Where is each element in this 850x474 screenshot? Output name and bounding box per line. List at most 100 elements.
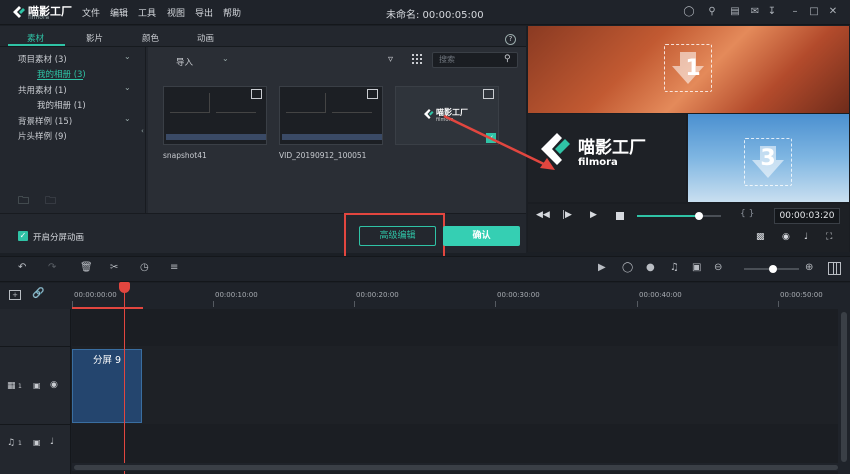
menu-file[interactable]: 文件 xyxy=(82,6,100,19)
ruler-label: 00:00:00:00 xyxy=(74,291,117,299)
speed-icon[interactable]: ◷ xyxy=(140,262,149,273)
play-reverse-icon[interactable]: |▶ xyxy=(562,210,572,220)
tree-item-my-album-shared[interactable]: 我的相册 (1) xyxy=(37,99,86,111)
voiceover-icon[interactable]: ● xyxy=(646,262,655,273)
chevron-down-icon[interactable]: ⌄ xyxy=(124,52,131,61)
zoom-out-icon[interactable]: ⊖ xyxy=(714,262,722,273)
video-track-icon: ▦ xyxy=(7,381,16,391)
audio-track-number: 1 xyxy=(18,440,22,447)
help-icon[interactable]: ? xyxy=(505,34,516,45)
cut-icon[interactable]: ✂ xyxy=(110,262,118,273)
annotation-arrow xyxy=(440,112,560,176)
selected-underline xyxy=(37,79,83,80)
lock-icon[interactable]: ▣ xyxy=(33,381,41,390)
render-preview-icon[interactable]: ▩ xyxy=(756,232,765,242)
video-type-icon xyxy=(483,89,494,99)
account-icon[interactable]: ◯ xyxy=(683,6,695,18)
ruler-tick xyxy=(213,301,214,307)
download-icon[interactable]: ↧ xyxy=(766,6,778,18)
divider xyxy=(0,346,71,347)
speaker-icon[interactable]: ♩ xyxy=(50,437,54,447)
ruler-tick xyxy=(495,301,496,307)
delete-folder-icon[interactable]: 🗀 xyxy=(45,192,59,207)
marker-icon[interactable]: ◯ xyxy=(622,262,633,273)
playback-progress xyxy=(637,215,699,217)
snapshot-icon[interactable]: ◉ xyxy=(782,232,790,242)
tab-movie[interactable]: 影片 xyxy=(86,32,103,44)
undo-icon[interactable]: ↶ xyxy=(18,262,26,273)
media-name: snapshot41 xyxy=(163,151,207,160)
chevron-down-icon[interactable]: ⌄ xyxy=(222,54,229,63)
timecode-display: 00:00:03:20 xyxy=(774,208,840,224)
render-icon[interactable]: ▶ xyxy=(598,262,606,273)
zoom-knob[interactable] xyxy=(769,265,777,273)
fullscreen-icon[interactable]: ⛶ xyxy=(826,232,832,242)
mail-icon[interactable]: ✉ xyxy=(749,6,761,18)
audio-mixer-icon[interactable]: ♫ xyxy=(670,262,679,273)
playhead-handle[interactable] xyxy=(119,282,130,293)
clip-label: 分屏 9 xyxy=(92,355,122,366)
search-icon[interactable]: ⚲ xyxy=(504,54,511,64)
ruler-label: 00:00:10:00 xyxy=(215,291,258,299)
tab-color[interactable]: 颜色 xyxy=(142,32,159,44)
adjust-icon[interactable]: ≡ xyxy=(170,262,178,273)
lock-icon[interactable]: ▣ xyxy=(33,438,41,447)
redo-icon[interactable]: ↷ xyxy=(48,262,56,273)
fit-icon[interactable]: ▣ xyxy=(692,262,701,273)
eye-icon[interactable]: ◉ xyxy=(50,380,58,390)
filter-icon[interactable]: ▿ xyxy=(388,54,393,65)
close-icon[interactable]: ✕ xyxy=(827,6,839,18)
volume-icon[interactable]: ♩ xyxy=(804,232,808,242)
audio-track[interactable] xyxy=(72,426,838,464)
playhead[interactable] xyxy=(124,283,125,474)
menu-view[interactable]: 视图 xyxy=(167,6,185,19)
menu-tools[interactable]: 工具 xyxy=(138,6,156,19)
gift-icon[interactable]: ▤ xyxy=(729,6,741,18)
menu-help[interactable]: 帮助 xyxy=(223,6,241,19)
zoom-in-icon[interactable]: ⊕ xyxy=(805,262,813,273)
tab-animation[interactable]: 动画 xyxy=(197,32,214,44)
previous-frame-icon[interactable]: ◀◀ xyxy=(536,210,550,220)
horizontal-scroll-thumb[interactable] xyxy=(74,465,838,470)
menu-edit[interactable]: 编辑 xyxy=(110,6,128,19)
play-icon[interactable]: ▶ xyxy=(590,210,597,220)
video-track-number: 1 xyxy=(18,383,22,390)
divider xyxy=(0,424,71,425)
delete-icon[interactable]: 🗑 xyxy=(80,262,93,273)
tree-item-intro-samples[interactable]: 片头样例 (9) xyxy=(18,130,67,142)
new-folder-icon[interactable]: 🗀 xyxy=(18,192,32,207)
tree-item-background-samples[interactable]: 背景样例 (15) xyxy=(18,115,72,127)
add-track-icon[interactable]: + xyxy=(9,290,21,300)
audio-track-icon: ♫ xyxy=(7,438,16,448)
menu-export[interactable]: 导出 xyxy=(195,6,213,19)
chevron-down-icon[interactable]: ⌄ xyxy=(124,83,131,92)
chevron-down-icon[interactable]: ⌄ xyxy=(124,114,131,123)
mark-brackets[interactable]: { } xyxy=(740,209,754,219)
stop-icon[interactable] xyxy=(616,212,624,220)
maximize-icon[interactable]: □ xyxy=(808,6,820,18)
pane-number-3: 3 xyxy=(760,146,776,171)
tree-item-shared-media[interactable]: 共用素材 (1) xyxy=(18,84,67,96)
video-type-icon xyxy=(367,89,378,99)
ruler-tick xyxy=(778,301,779,307)
grid-view-icon[interactable] xyxy=(411,53,423,65)
video-track[interactable] xyxy=(72,346,838,424)
playback-knob[interactable] xyxy=(695,212,703,220)
ruler-label: 00:00:40:00 xyxy=(639,291,682,299)
tree-item-project-media[interactable]: 项目素材 (3) xyxy=(18,53,67,65)
ruler-label: 00:00:30:00 xyxy=(497,291,540,299)
preview-brand: 喵影工厂 xyxy=(578,138,646,158)
filmora-logo-icon xyxy=(12,5,26,19)
collapse-arrow-icon[interactable]: ‹ xyxy=(141,127,144,135)
tab-media[interactable]: 素材 xyxy=(27,32,44,44)
link-icon[interactable]: 🔗 xyxy=(32,288,44,299)
import-button[interactable]: 导入 xyxy=(176,56,193,68)
layout-icon[interactable] xyxy=(828,262,841,275)
minimize-icon[interactable]: – xyxy=(789,6,801,18)
cart-icon[interactable]: ⚲ xyxy=(706,6,718,18)
split-anim-checkbox[interactable]: ✓ xyxy=(18,231,28,241)
ruler-label: 00:00:20:00 xyxy=(356,291,399,299)
vertical-scroll-thumb[interactable] xyxy=(841,312,847,462)
confirm-button[interactable]: 确认 xyxy=(443,226,520,246)
ruler-tick xyxy=(354,301,355,307)
